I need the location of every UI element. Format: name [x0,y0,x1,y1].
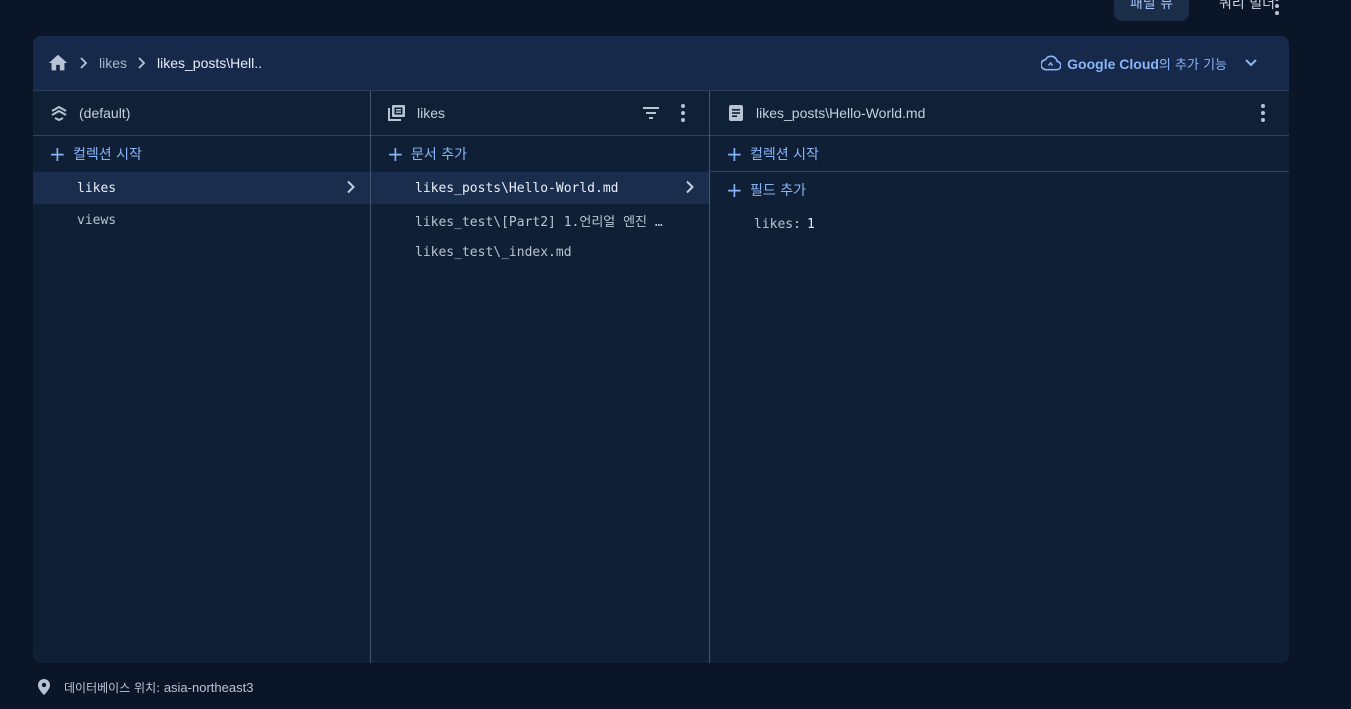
document-column: likes_posts\Hello-World.md + 컬렉션 시작 + 필드… [710,91,1289,663]
chevron-right-icon [77,56,91,70]
chevron-right-icon [135,56,149,70]
cloud-icon [1041,53,1062,73]
more-vert-icon[interactable] [1253,101,1273,125]
document-icon [726,103,746,123]
database-location-value: asia-northeast3 [163,679,254,695]
filter-icon[interactable] [641,103,661,123]
database-location: 데이터베이스 위치: asia-northeast3 [34,677,253,697]
field-key: likes: [754,216,801,232]
database-layers-icon [49,103,69,123]
more-vert-icon [1267,0,1287,18]
start-subcollection-button[interactable]: + 컬렉션 시작 [710,136,1289,172]
plus-icon: + [49,142,66,166]
collection-column: likes + 문서 추가 likes_posts\Hello-World.md [371,91,710,663]
extras-label: 의 추가 기능 [1158,57,1227,73]
google-cloud-extras-button[interactable]: Google Cloud의 추가 기능 [1041,53,1275,73]
google-cloud-brand: Google Cloud [1067,55,1159,72]
database-column: (default) + 컬렉션 시작 likes views [33,91,371,663]
column-browser: (default) + 컬렉션 시작 likes views likes + 문… [33,91,1289,663]
more-vert-icon[interactable] [673,101,693,125]
add-document-label: 문서 추가 [411,147,467,163]
chevron-right-icon [346,179,356,198]
breadcrumb-item-likes[interactable]: likes [99,55,127,71]
collection-item[interactable]: views [33,204,370,236]
document-item[interactable]: likes_posts\Hello-World.md [371,172,709,204]
document-title: likes_posts\Hello-World.md [756,105,926,121]
database-title: (default) [79,105,131,121]
start-collection-label: 컬렉션 시작 [73,147,142,163]
collection-title: likes [417,105,446,121]
add-field-button[interactable]: + 필드 추가 [710,172,1289,208]
collection-item-label: likes [77,180,117,196]
collection-icon [387,103,407,123]
chevron-down-icon [1241,53,1261,73]
panel-header: likes likes_posts\Hell.. Google Cloud의 추… [33,36,1289,91]
chevron-right-icon [685,179,695,198]
tab-panel-view[interactable]: 패널 뷰 [1113,0,1190,21]
breadcrumb-item-document[interactable]: likes_posts\Hell.. [157,55,262,71]
database-location-label: 데이터베이스 위치: [64,680,161,695]
field-row[interactable]: likes: 1 [710,208,1289,240]
document-item[interactable]: likes_test\[Part2] 1.언리얼 엔진 … [371,204,709,236]
plus-icon: + [387,142,404,166]
location-pin-icon [34,677,54,697]
start-subcollection-label: 컬렉션 시작 [750,146,819,163]
plus-icon: + [726,178,743,202]
more-options-button[interactable] [1267,0,1287,18]
breadcrumb: likes likes_posts\Hell.. [47,52,262,74]
field-value: 1 [806,216,815,232]
start-collection-button[interactable]: + 컬렉션 시작 [33,136,370,172]
collection-item[interactable]: likes [33,172,370,204]
home-icon[interactable] [47,52,69,74]
document-item[interactable]: likes_test\_index.md [371,236,709,268]
collection-item-label: views [77,212,117,228]
document-item-label: likes_test\[Part2] 1.언리얼 엔진 … [415,214,663,230]
database-column-header: (default) [33,91,370,136]
add-field-label: 필드 추가 [750,183,806,199]
document-column-header: likes_posts\Hello-World.md [710,91,1289,136]
document-item-label: likes_test\_index.md [415,244,572,260]
document-item-label: likes_posts\Hello-World.md [415,180,619,196]
add-document-button[interactable]: + 문서 추가 [371,136,709,172]
plus-icon: + [726,141,743,166]
collection-column-header: likes [371,91,709,136]
firestore-data-panel: likes likes_posts\Hell.. Google Cloud의 추… [33,36,1289,663]
view-mode-toolbar: 패널 뷰 쿼리 빌더 [1113,0,1291,21]
